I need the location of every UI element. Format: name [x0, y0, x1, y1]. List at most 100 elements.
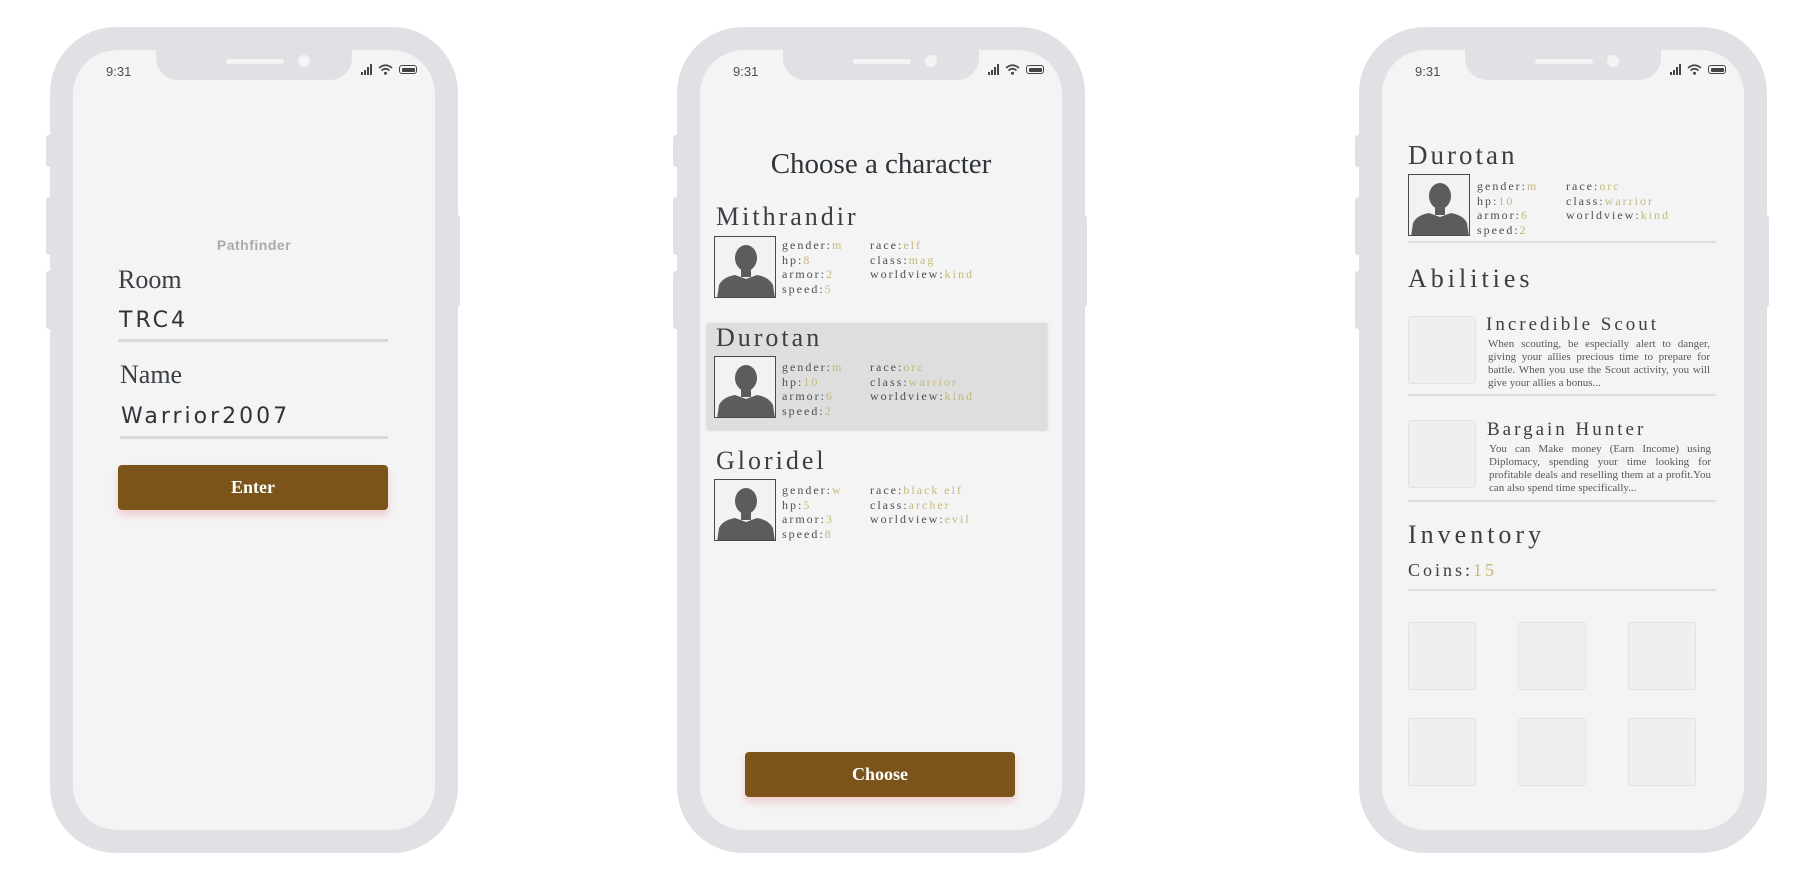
character-stats-left: gender:m hp:8 armor:2 speed:5 — [782, 238, 843, 296]
status-time: 9:31 — [106, 64, 132, 79]
stat-label: speed: — [782, 281, 825, 296]
inventory-slot[interactable] — [1408, 718, 1476, 786]
inventory-slot[interactable] — [1408, 622, 1476, 690]
stat-label: gender: — [782, 360, 832, 374]
stat-label: armor: — [782, 267, 826, 281]
stat-value: kind — [944, 389, 974, 403]
room-label: Room — [118, 265, 182, 294]
divider — [1408, 500, 1716, 502]
character-name: Mithrandir — [716, 202, 859, 231]
inventory-slot[interactable] — [1628, 718, 1696, 786]
battery-icon — [1026, 65, 1044, 74]
side-button — [46, 271, 52, 329]
status-icons — [361, 64, 417, 75]
status-time: 9:31 — [733, 64, 759, 79]
stat-value: kind — [1640, 208, 1670, 222]
wifi-icon — [1687, 64, 1702, 75]
notch — [156, 50, 352, 80]
inventory-slot[interactable] — [1518, 718, 1586, 786]
ability-icon[interactable] — [1408, 316, 1476, 384]
stat-label: class: — [870, 252, 909, 267]
stat-value: evil — [944, 512, 971, 526]
stat-label: class: — [870, 497, 909, 512]
stat-value: 2 — [824, 403, 833, 418]
phone-login: 9:31 Pathfinder Room TRC4 Name Warrior20… — [46, 27, 460, 853]
character-stats-right: race:orc class:warrior worldview:kind — [870, 360, 974, 404]
side-button — [1355, 197, 1361, 255]
ability-description: You can Make money (Earn Income) using D… — [1489, 443, 1711, 494]
side-button — [1763, 215, 1769, 307]
stat-label: race: — [870, 238, 904, 252]
divider — [1408, 394, 1716, 396]
ability-title: Incredible Scout — [1486, 314, 1660, 335]
side-button — [454, 215, 460, 307]
stat-value: warrior — [1604, 193, 1654, 208]
character-card-gloridel[interactable]: Gloridel gender:w hp:5 armor:3 speed:8 r… — [707, 446, 1047, 552]
stat-label: race: — [870, 360, 904, 374]
stat-label: worldview: — [870, 389, 945, 403]
inventory-heading: Inventory — [1408, 520, 1546, 549]
stat-label: race: — [1566, 179, 1600, 193]
stat-value: 5 — [824, 281, 833, 296]
status-icons — [1670, 64, 1726, 75]
status-icons — [988, 64, 1044, 75]
character-name: Gloridel — [716, 446, 827, 475]
signal-icon — [361, 64, 372, 75]
side-button — [46, 135, 52, 167]
character-stats-right: race:elf class:mag worldview:kind — [870, 238, 974, 282]
side-button — [1355, 271, 1361, 329]
character-card-mithrandir[interactable]: Mithrandir gender:m hp:8 armor:2 speed:5… — [707, 202, 1047, 308]
avatar-silhouette-icon — [714, 236, 776, 298]
stat-label: gender: — [782, 238, 832, 252]
stat-label: class: — [1566, 193, 1605, 208]
stat-value: 2 — [826, 267, 834, 281]
character-card-durotan[interactable]: Durotan gender:m hp:10 armor:6 speed:2 r… — [707, 323, 1047, 429]
choose-button[interactable]: Choose — [745, 752, 1015, 797]
stat-value: orc — [903, 360, 925, 374]
coins-counter: Coins:15 — [1408, 560, 1497, 581]
stat-value: m — [831, 360, 844, 374]
phone-character-profile: 9:31 Durotan gender:m hp:10 armor:6 spee… — [1355, 27, 1769, 853]
battery-icon — [1708, 65, 1726, 74]
wifi-icon — [1005, 64, 1020, 75]
stat-label: gender: — [782, 483, 832, 497]
ability-title: Bargain Hunter — [1487, 419, 1647, 440]
stat-label: hp: — [1477, 193, 1499, 208]
stat-label: speed: — [1477, 222, 1520, 237]
stat-value: m — [1526, 179, 1539, 193]
stat-value: 2 — [1519, 222, 1528, 237]
name-input[interactable]: Warrior2007 — [120, 404, 388, 439]
side-button — [1081, 215, 1087, 307]
stat-label: class: — [870, 374, 909, 389]
character-stats-right: race:orc class:warrior worldview:kind — [1566, 179, 1670, 223]
coins-value: 15 — [1473, 560, 1498, 580]
stat-value: orc — [1599, 179, 1621, 193]
room-input[interactable]: TRC4 — [118, 308, 388, 342]
divider — [1408, 589, 1716, 591]
stat-label: gender: — [1477, 179, 1527, 193]
avatar-silhouette-icon — [1408, 174, 1470, 236]
avatar-silhouette-icon — [714, 479, 776, 541]
stat-label: armor: — [782, 512, 826, 526]
stat-value: 8 — [803, 252, 812, 267]
inventory-slot[interactable] — [1628, 622, 1696, 690]
status-time: 9:31 — [1415, 64, 1441, 79]
stat-value: mag — [908, 252, 936, 267]
name-label: Name — [120, 360, 183, 389]
character-stats-right: race:black elf class:archer worldview:ev… — [870, 483, 971, 527]
coins-label: Coins: — [1408, 560, 1474, 580]
stat-value: black elf — [903, 483, 963, 497]
stat-value: archer — [908, 497, 951, 512]
stat-label: worldview: — [870, 512, 945, 526]
stat-label: speed: — [782, 526, 825, 541]
stat-label: worldview: — [870, 267, 945, 281]
signal-icon — [988, 64, 999, 75]
ability-icon[interactable] — [1408, 420, 1476, 488]
character-stats-left: gender:w hp:5 armor:3 speed:8 — [782, 483, 843, 541]
stat-value: 8 — [824, 526, 833, 541]
stat-value: warrior — [908, 374, 958, 389]
side-button — [673, 271, 679, 329]
inventory-slot[interactable] — [1518, 622, 1586, 690]
enter-button[interactable]: Enter — [118, 465, 388, 510]
app-name: Pathfinder — [216, 237, 292, 253]
